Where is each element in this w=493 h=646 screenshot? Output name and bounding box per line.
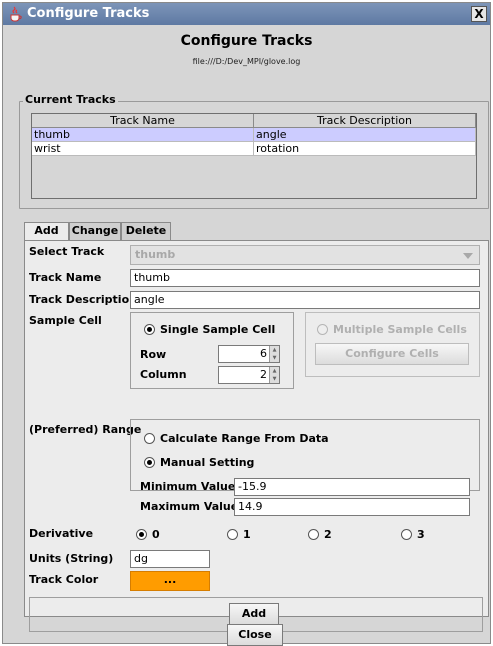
min-value-label: Minimum Value — [140, 480, 236, 493]
column-header-track-description[interactable]: Track Description — [254, 114, 476, 128]
derivative-option-2[interactable]: 2 — [324, 528, 332, 541]
close-button[interactable]: Close — [227, 624, 283, 646]
table-row[interactable]: wrist rotation — [32, 142, 476, 156]
track-color-button[interactable]: ... — [130, 571, 210, 591]
min-value-input[interactable]: -15.9 — [234, 478, 470, 496]
title-bar[interactable]: Configure Tracks X — [3, 3, 490, 25]
spin-up-icon[interactable]: ▲ — [269, 367, 279, 375]
track-name-label: Track Name — [29, 271, 102, 284]
tab-change[interactable]: Change — [69, 222, 121, 240]
max-value-label: Maximum Value — [140, 500, 239, 513]
column-label: Column — [140, 368, 187, 381]
derivative-option-0[interactable]: 0 — [152, 528, 160, 541]
row-value: 6 — [260, 347, 267, 360]
tab-add[interactable]: Add — [24, 222, 69, 241]
dialog-heading: Configure Tracks — [180, 33, 313, 49]
units-input[interactable]: dg — [130, 550, 210, 568]
track-name-input[interactable]: thumb — [130, 269, 480, 287]
multiple-sample-label[interactable]: Multiple Sample Cells — [333, 323, 467, 336]
java-cup-icon — [9, 6, 23, 22]
preferred-range-label: (Preferred) Range — [29, 423, 142, 436]
table-cell[interactable]: wrist — [32, 142, 254, 156]
table-cell[interactable]: angle — [254, 128, 476, 142]
table-row[interactable]: thumb angle — [32, 128, 476, 142]
spin-down-icon[interactable]: ▼ — [269, 375, 279, 383]
table-cell[interactable]: thumb — [32, 128, 254, 142]
column-spinner[interactable]: 2 ▲ ▼ — [218, 366, 280, 384]
column-value: 2 — [260, 368, 267, 381]
max-value-input[interactable]: 14.9 — [234, 498, 470, 516]
row-label: Row — [140, 348, 167, 361]
calc-range-label[interactable]: Calculate Range From Data — [160, 432, 329, 445]
spin-up-icon[interactable]: ▲ — [269, 346, 279, 354]
column-header-track-name[interactable]: Track Name — [32, 114, 254, 128]
track-description-input[interactable]: angle — [130, 291, 480, 309]
table-cell[interactable]: rotation — [254, 142, 476, 156]
derivative-radio-1[interactable] — [227, 529, 238, 540]
single-sample-label[interactable]: Single Sample Cell — [160, 323, 275, 336]
tab-delete[interactable]: Delete — [121, 222, 171, 240]
select-track-dropdown[interactable]: thumb — [130, 245, 480, 265]
manual-setting-radio[interactable] — [144, 457, 155, 468]
single-sample-radio[interactable] — [144, 324, 155, 335]
derivative-option-3[interactable]: 3 — [417, 528, 425, 541]
derivative-label: Derivative — [29, 527, 94, 540]
close-icon[interactable]: X — [471, 6, 487, 22]
derivative-radio-3[interactable] — [401, 529, 412, 540]
derivative-radio-2[interactable] — [308, 529, 319, 540]
derivative-option-1[interactable]: 1 — [243, 528, 251, 541]
window-title: Configure Tracks — [27, 6, 150, 21]
units-label: Units (String) — [29, 552, 114, 565]
tracks-table: Track Name Track Description thumb angle… — [31, 113, 477, 199]
track-description-label: Track Description — [29, 293, 137, 306]
sample-cell-label: Sample Cell — [29, 314, 102, 327]
track-color-label: Track Color — [29, 573, 99, 586]
manual-setting-label[interactable]: Manual Setting — [160, 456, 254, 469]
select-track-value: thumb — [135, 248, 176, 261]
chevron-down-icon — [463, 253, 473, 259]
current-tracks-title: Current Tracks — [23, 93, 118, 106]
select-track-label: Select Track — [29, 245, 105, 258]
multiple-sample-radio[interactable] — [317, 324, 328, 335]
spin-down-icon[interactable]: ▼ — [269, 354, 279, 362]
derivative-radio-0[interactable] — [136, 529, 147, 540]
configure-cells-button[interactable]: Configure Cells — [315, 343, 469, 365]
calc-range-radio[interactable] — [144, 433, 155, 444]
configure-tracks-window: Configure Tracks X Configure Tracks file… — [2, 2, 491, 646]
file-path: file:///D:/Dev_MPI/glove.log — [192, 57, 301, 66]
add-button[interactable]: Add — [229, 603, 279, 625]
row-spinner[interactable]: 6 ▲ ▼ — [218, 345, 280, 363]
